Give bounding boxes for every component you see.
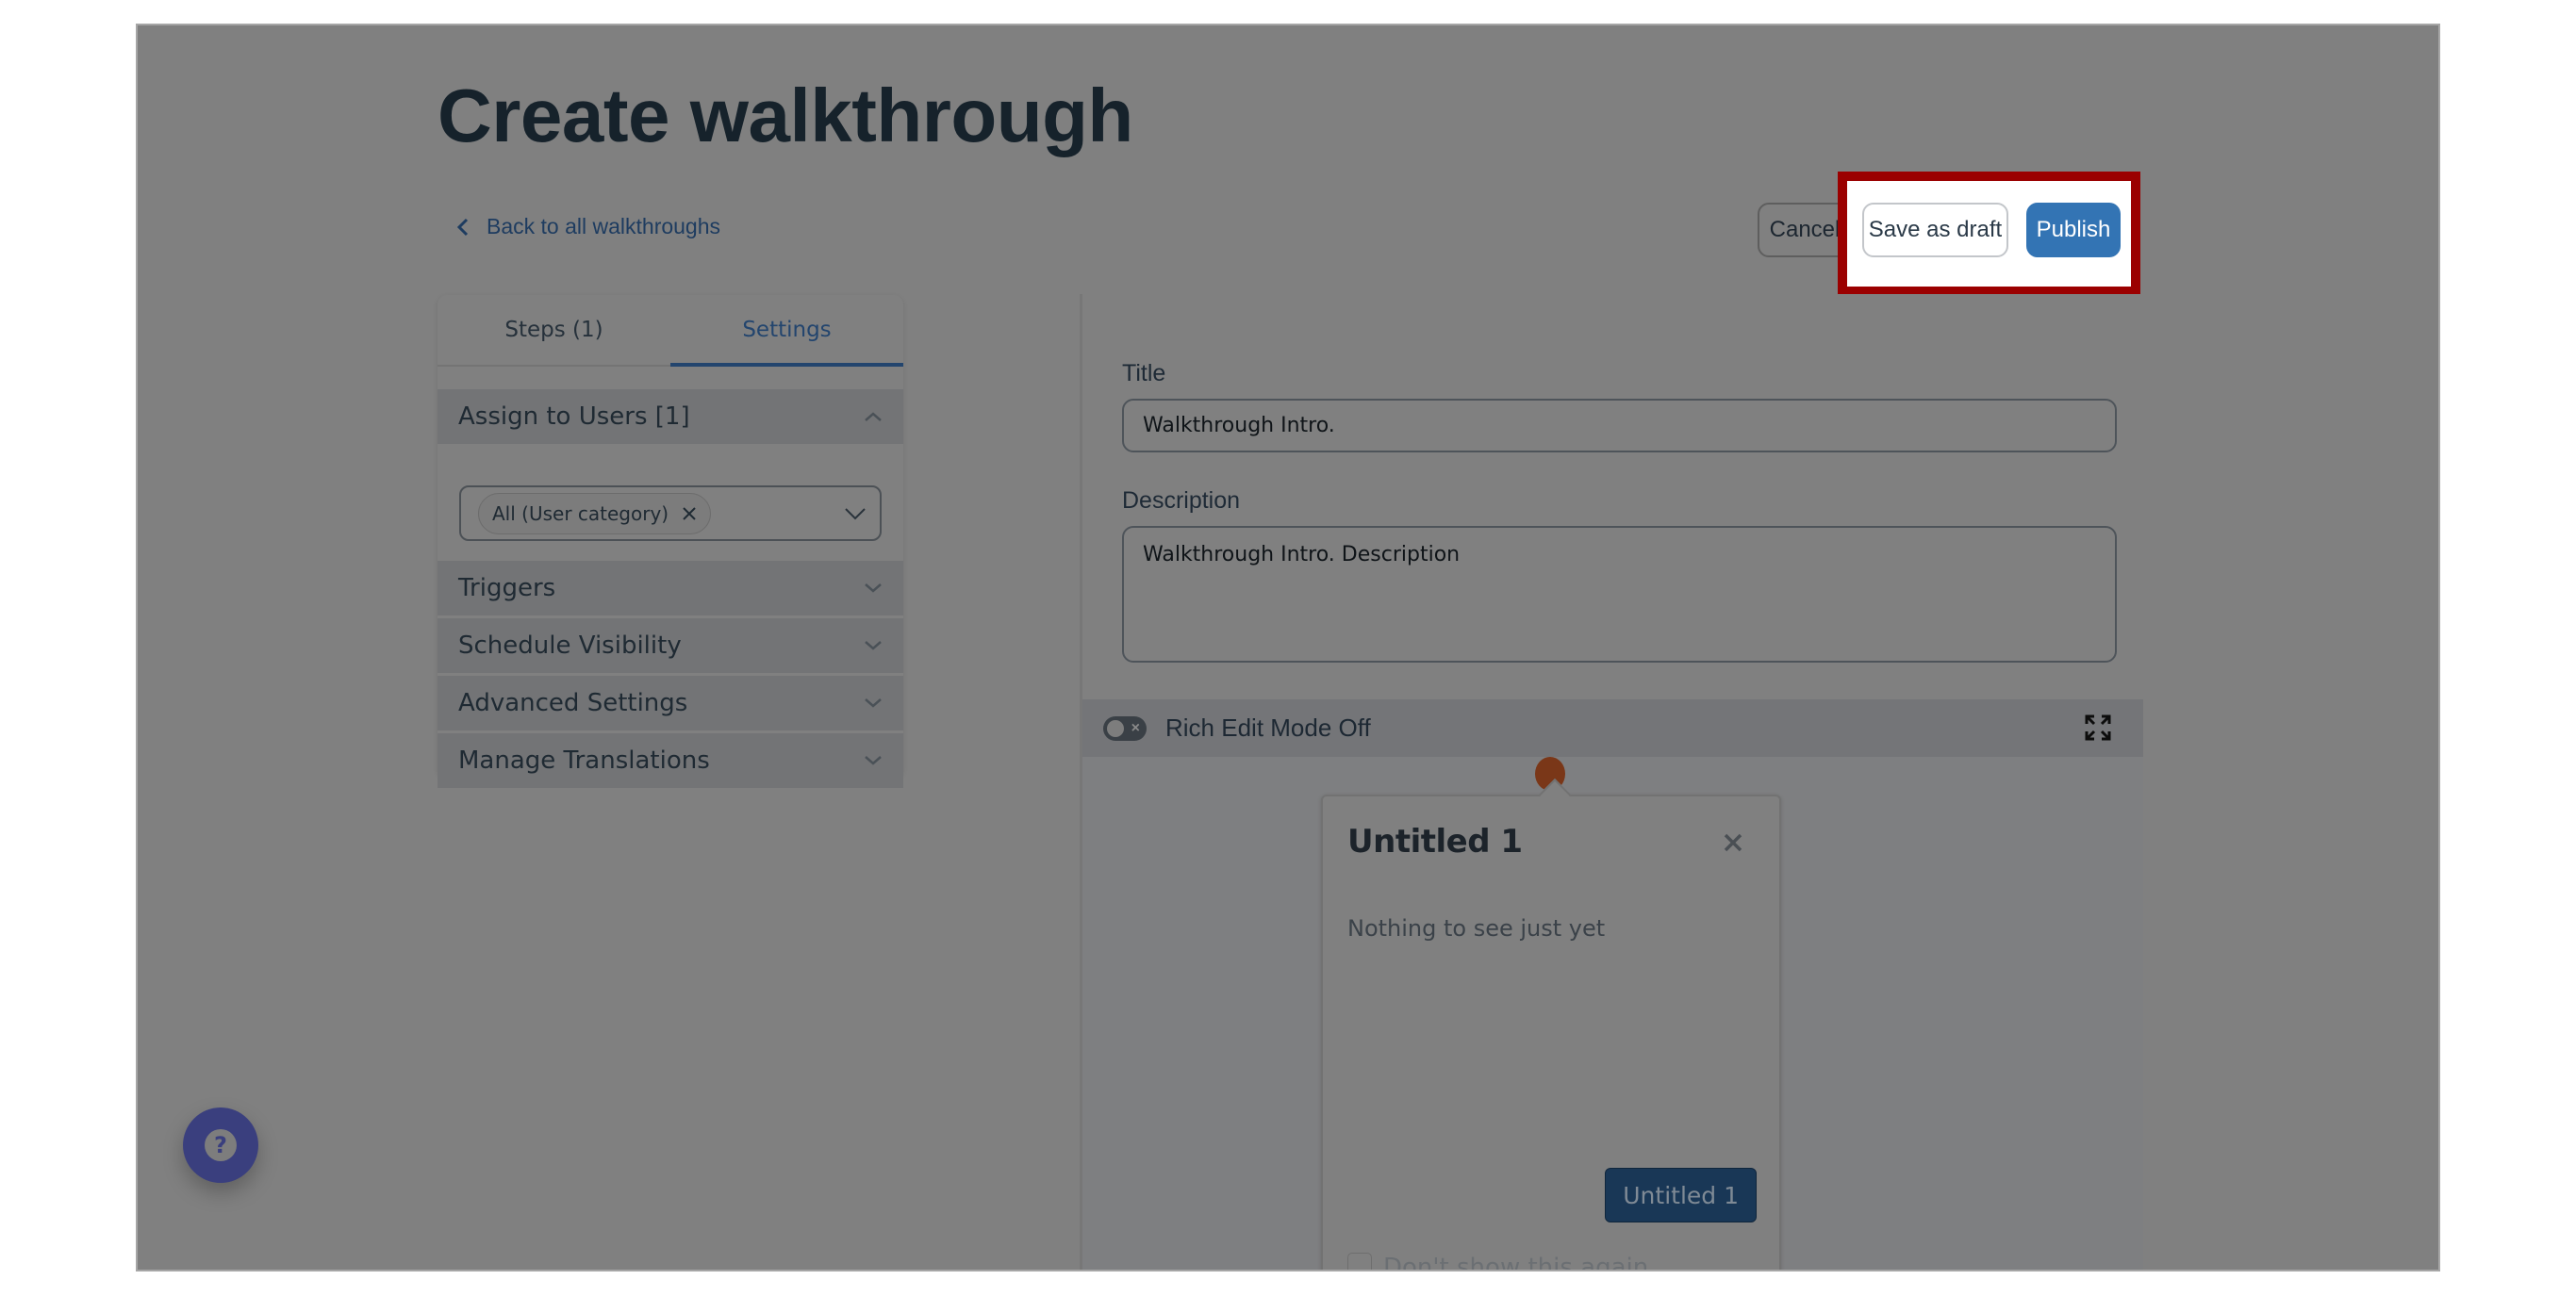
question-icon: ?: [205, 1129, 237, 1161]
publish-button[interactable]: Publish: [2026, 203, 2121, 257]
chip-label: All (User category): [492, 501, 669, 525]
dont-show-again: Don't show this again: [1347, 1253, 1649, 1271]
section-schedule-visibility[interactable]: Schedule Visibility: [438, 618, 903, 673]
chevron-down-icon[interactable]: [844, 507, 867, 520]
step-preview-area: Untitled 1 Nothing to see just yet Untit…: [1082, 757, 2143, 1271]
chevron-down-icon: [865, 583, 882, 593]
help-button[interactable]: ?: [183, 1107, 258, 1183]
section-label: Advanced Settings: [458, 689, 688, 717]
step-next-button[interactable]: Untitled 1: [1605, 1168, 1757, 1222]
tab-settings[interactable]: Settings: [670, 295, 903, 367]
editor-panel: Title Walkthrough Intro. Description Wal…: [1080, 294, 2143, 1271]
chevron-down-icon: [865, 698, 882, 708]
step-tooltip-preview: Untitled 1 Nothing to see just yet Untit…: [1321, 779, 1781, 1271]
section-label: Schedule Visibility: [458, 632, 682, 660]
rich-edit-label: Rich Edit Mode Off: [1165, 714, 1371, 742]
selected-chip: All (User category): [478, 492, 712, 534]
page-title: Create walkthrough: [438, 74, 1133, 157]
back-to-walkthroughs-link[interactable]: Back to all walkthroughs: [456, 214, 720, 239]
description-label: Description: [1122, 487, 1241, 514]
title-label: Title: [1122, 360, 1166, 386]
toggle-off-x-icon: ×: [1131, 719, 1140, 736]
section-label: Manage Translations: [458, 746, 710, 775]
dont-show-label: Don't show this again: [1383, 1254, 1649, 1271]
tab-steps[interactable]: Steps (1): [438, 295, 670, 365]
section-manage-translations[interactable]: Manage Translations: [438, 733, 903, 788]
rich-edit-toggle[interactable]: ×: [1103, 715, 1147, 741]
step-body: Nothing to see just yet: [1347, 915, 1606, 942]
save-as-draft-button[interactable]: Save as draft: [1862, 203, 2008, 257]
chevron-down-icon: [865, 756, 882, 765]
section-assign-users[interactable]: Assign to Users [1]: [438, 389, 903, 444]
title-input[interactable]: Walkthrough Intro.: [1122, 399, 2117, 452]
rich-edit-bar: × Rich Edit Mode Off: [1082, 699, 2143, 757]
section-triggers[interactable]: Triggers: [438, 561, 903, 615]
dimmed-page: Create walkthrough Back to all walkthrou…: [136, 24, 2440, 1271]
settings-panel: Steps (1) Settings Assign to Users [1] A…: [438, 295, 903, 788]
close-icon[interactable]: [1723, 832, 1743, 853]
user-assignment-select[interactable]: All (User category): [459, 485, 882, 541]
chevron-left-icon: [456, 218, 469, 236]
panel-tabs: Steps (1) Settings: [438, 295, 903, 367]
back-link-label: Back to all walkthroughs: [487, 214, 721, 238]
section-label: Assign to Users [1]: [458, 402, 690, 431]
description-textarea[interactable]: Walkthrough Intro. Description: [1122, 526, 2117, 663]
chevron-up-icon: [865, 412, 882, 421]
remove-chip-icon[interactable]: [682, 506, 697, 521]
dont-show-checkbox[interactable]: [1347, 1253, 1372, 1270]
expand-fullscreen-icon[interactable]: [2085, 714, 2111, 741]
section-label: Triggers: [458, 574, 556, 602]
section-advanced-settings[interactable]: Advanced Settings: [438, 676, 903, 730]
chevron-down-icon: [865, 641, 882, 650]
step-title: Untitled 1: [1347, 823, 1523, 861]
